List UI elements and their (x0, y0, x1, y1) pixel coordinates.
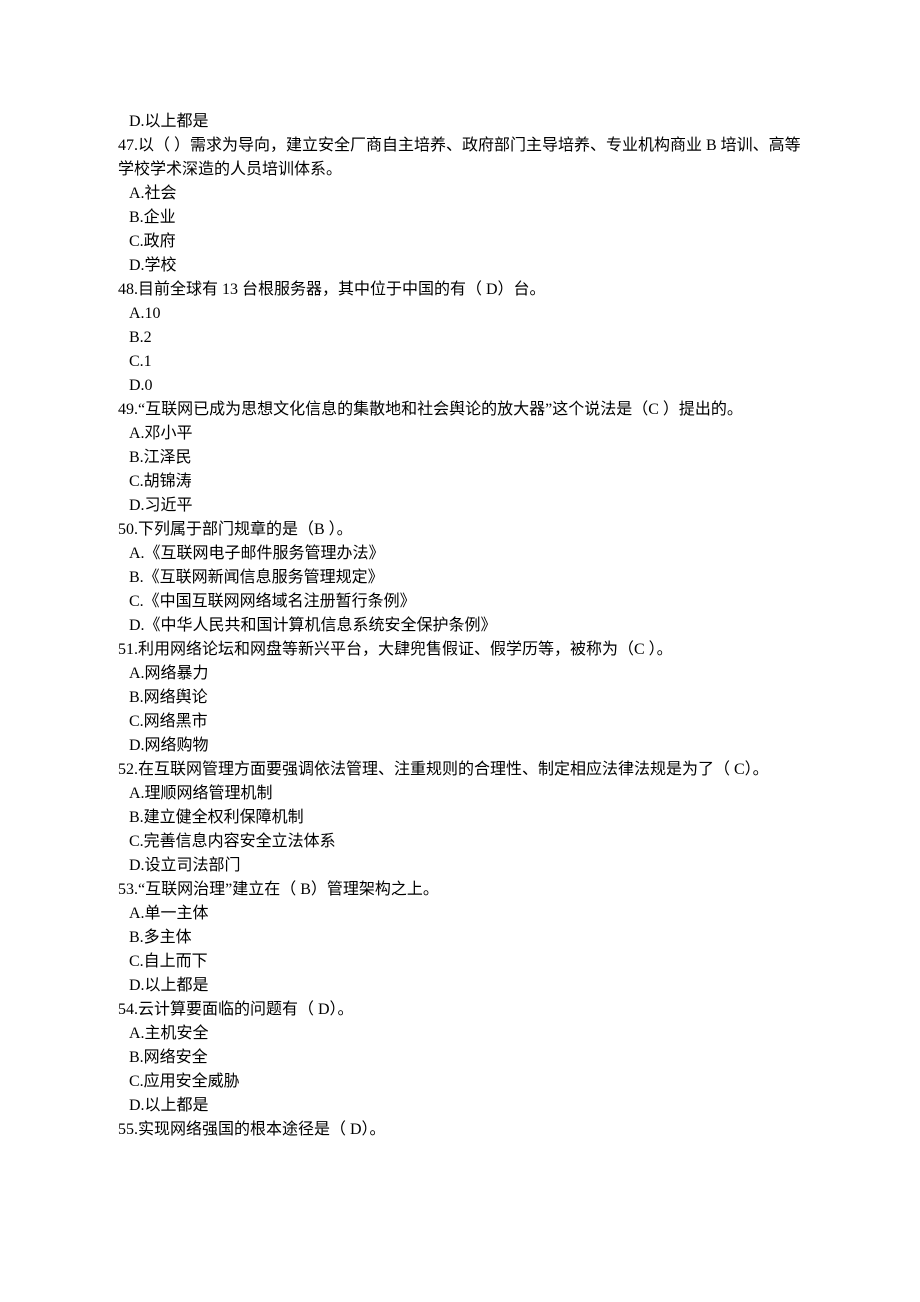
option-text: A.邓小平 (118, 422, 802, 446)
option-text: C.应用安全威胁 (118, 1070, 802, 1094)
question-stem: 53.“互联网治理”建立在（ B）管理架构之上。 (118, 878, 802, 902)
option-text: A.主机安全 (118, 1022, 802, 1046)
question-stem: 55.实现网络强国的根本途径是（ D）。 (118, 1118, 802, 1142)
option-text: B.2 (118, 326, 802, 350)
question-stem: 54.云计算要面临的问题有（ D）。 (118, 998, 802, 1022)
question-stem: 52.在互联网管理方面要强调依法管理、注重规则的合理性、制定相应法律法规是为了（… (118, 758, 802, 782)
option-text: D.0 (118, 374, 802, 398)
option-text: A.网络暴力 (118, 662, 802, 686)
option-text: B.建立健全权利保障机制 (118, 806, 802, 830)
option-text: C.网络黑市 (118, 710, 802, 734)
question-stem: 47.以（ ）需求为导向，建立安全厂商自主培养、政府部门主导培养、专业机构商业 … (118, 134, 802, 182)
option-text: C.《中国互联网网络域名注册暂行条例》 (118, 590, 802, 614)
option-text: D.以上都是 (118, 1094, 802, 1118)
option-text: A.社会 (118, 182, 802, 206)
option-text: D.《中华人民共和国计算机信息系统安全保护条例》 (118, 614, 802, 638)
option-text: C.政府 (118, 230, 802, 254)
question-stem: 51.利用网络论坛和网盘等新兴平台，大肆兜售假证、假学历等，被称为（C ）。 (118, 638, 802, 662)
option-text: C.胡锦涛 (118, 470, 802, 494)
option-text: A.单一主体 (118, 902, 802, 926)
option-text: D.网络购物 (118, 734, 802, 758)
question-stem: 49.“互联网已成为思想文化信息的集散地和社会舆论的放大器”这个说法是（C ）提… (118, 398, 802, 422)
option-text: B.企业 (118, 206, 802, 230)
option-text: D.学校 (118, 254, 802, 278)
option-text: C.1 (118, 350, 802, 374)
option-text: A.10 (118, 302, 802, 326)
option-text: D.以上都是 (118, 110, 802, 134)
option-text: B.江泽民 (118, 446, 802, 470)
document-page: D.以上都是 47.以（ ）需求为导向，建立安全厂商自主培养、政府部门主导培养、… (0, 0, 920, 1242)
option-text: B.多主体 (118, 926, 802, 950)
option-text: C.完善信息内容安全立法体系 (118, 830, 802, 854)
option-text: D.设立司法部门 (118, 854, 802, 878)
option-text: D.以上都是 (118, 974, 802, 998)
question-stem: 50.下列属于部门规章的是（B ）。 (118, 518, 802, 542)
option-text: A.理顺网络管理机制 (118, 782, 802, 806)
option-text: D.习近平 (118, 494, 802, 518)
option-text: B.网络安全 (118, 1046, 802, 1070)
question-stem: 48.目前全球有 13 台根服务器，其中位于中国的有（ D）台。 (118, 278, 802, 302)
option-text: C.自上而下 (118, 950, 802, 974)
option-text: B.《互联网新闻信息服务管理规定》 (118, 566, 802, 590)
option-text: A.《互联网电子邮件服务管理办法》 (118, 542, 802, 566)
option-text: B.网络舆论 (118, 686, 802, 710)
